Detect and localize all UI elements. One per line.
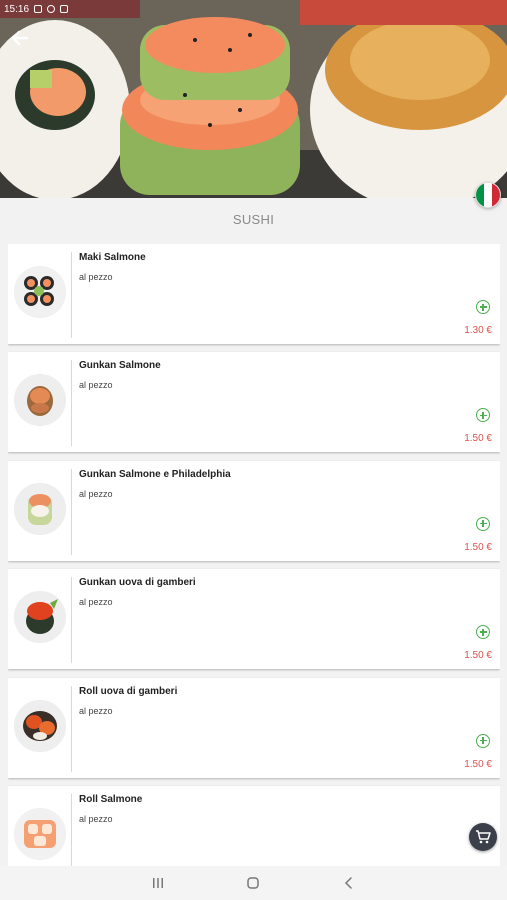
product-price: 1.50 € bbox=[464, 758, 492, 770]
product-name: Maki Salmone bbox=[79, 252, 146, 263]
back-button[interactable] bbox=[6, 24, 34, 52]
product-card[interactable]: Maki Salmone al pezzo 1.30 € bbox=[8, 244, 500, 344]
add-to-cart-icon[interactable] bbox=[476, 625, 490, 640]
system-nav-bar bbox=[0, 866, 507, 900]
cart-icon bbox=[476, 830, 491, 844]
product-price: 1.50 € bbox=[464, 433, 492, 445]
product-unit: al pezzo bbox=[79, 705, 113, 716]
product-list: Maki Salmone al pezzo 1.30 € Gunkan Salm… bbox=[8, 244, 500, 866]
product-card[interactable]: Gunkan Salmone al pezzo 1.50 € bbox=[8, 352, 500, 453]
product-image bbox=[14, 482, 66, 535]
product-unit: al pezzo bbox=[79, 488, 113, 499]
product-unit: al pezzo bbox=[79, 272, 113, 282]
product-name: Gunkan Salmone e Philadelphia bbox=[79, 468, 231, 480]
cart-button[interactable] bbox=[469, 823, 497, 851]
product-name: Gunkan uova di gamberi bbox=[79, 577, 196, 589]
product-card[interactable]: Gunkan uova di gamberi al pezzo 1.50 € bbox=[8, 569, 500, 670]
language-flag-button[interactable] bbox=[475, 182, 501, 208]
product-image bbox=[14, 266, 66, 318]
product-price: 1.30 € bbox=[464, 325, 492, 336]
recent-apps-icon bbox=[152, 878, 163, 888]
sync-icon bbox=[47, 5, 56, 13]
divider bbox=[71, 685, 72, 772]
product-image bbox=[14, 807, 66, 860]
product-card[interactable]: Roll uova di gamberi al pezzo 1.50 € bbox=[8, 677, 500, 778]
recent-apps-button[interactable] bbox=[143, 868, 173, 898]
add-to-cart-icon[interactable] bbox=[476, 408, 490, 423]
add-to-cart-icon[interactable] bbox=[476, 516, 490, 531]
product-name: Gunkan Salmone bbox=[79, 360, 161, 372]
home-button[interactable] bbox=[238, 868, 268, 898]
product-image bbox=[14, 374, 66, 427]
message-icon bbox=[34, 5, 43, 13]
italian-flag-icon bbox=[476, 183, 484, 207]
divider bbox=[71, 252, 72, 338]
back-chevron-icon bbox=[345, 877, 352, 889]
system-back-button[interactable] bbox=[334, 868, 364, 898]
divider bbox=[71, 468, 72, 555]
product-image bbox=[14, 591, 66, 644]
divider bbox=[71, 360, 72, 447]
product-price: 1.50 € bbox=[464, 541, 492, 553]
status-bar: 15:16 bbox=[0, 0, 507, 18]
section-title: SUSHI bbox=[232, 211, 275, 227]
product-unit: al pezzo bbox=[79, 380, 113, 391]
add-to-cart-icon[interactable] bbox=[476, 733, 490, 748]
divider bbox=[71, 577, 72, 664]
product-name: Roll uova di gamberi bbox=[79, 685, 178, 697]
product-image bbox=[14, 699, 66, 752]
product-card[interactable]: Roll Salmone al pezzo bbox=[8, 785, 500, 866]
arrow-left-icon bbox=[11, 30, 29, 46]
divider bbox=[71, 793, 72, 866]
status-time: 15:16 bbox=[4, 3, 30, 15]
header-image bbox=[0, 0, 507, 198]
product-price: 1.50 € bbox=[464, 650, 492, 662]
product-name: Roll Salmone bbox=[79, 793, 143, 805]
home-icon bbox=[247, 877, 260, 889]
add-to-cart-icon[interactable] bbox=[476, 300, 490, 314]
mail-icon bbox=[60, 5, 69, 13]
product-unit: al pezzo bbox=[79, 813, 113, 824]
product-card[interactable]: Gunkan Salmone e Philadelphia al pezzo 1… bbox=[8, 460, 500, 561]
product-unit: al pezzo bbox=[79, 597, 113, 608]
